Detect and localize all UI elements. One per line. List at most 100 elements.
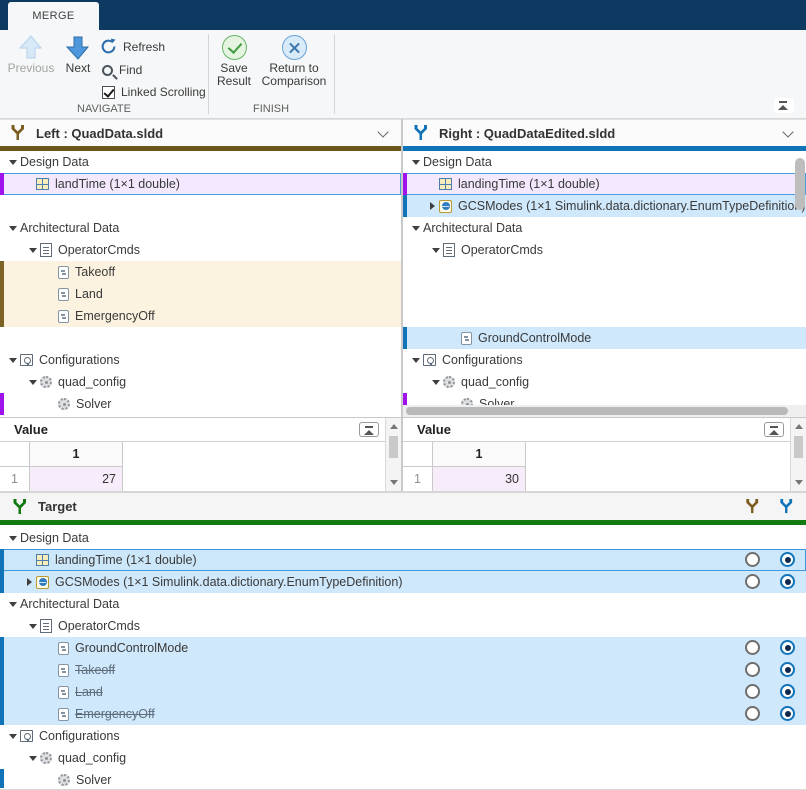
tree-row[interactable]: Design Data bbox=[0, 527, 806, 549]
refresh-button[interactable]: Refresh bbox=[100, 38, 165, 55]
tree-row[interactable]: Architectural Data bbox=[403, 217, 806, 239]
return-to-comparison-button[interactable]: Return to Comparison bbox=[258, 35, 330, 88]
accept-right-radio[interactable] bbox=[780, 640, 795, 655]
tree-row-label: Land bbox=[75, 287, 103, 301]
right-source-column-icon[interactable] bbox=[778, 498, 794, 515]
change-marker bbox=[0, 571, 4, 593]
accept-left-radio[interactable] bbox=[745, 662, 760, 677]
tab-merge[interactable]: MERGE bbox=[8, 2, 99, 30]
expander-closed-icon[interactable] bbox=[22, 578, 36, 586]
tree-row[interactable]: Solver bbox=[403, 393, 806, 405]
expander-open-icon[interactable] bbox=[6, 226, 20, 231]
tree-row[interactable]: Design Data bbox=[403, 151, 806, 173]
tree-row[interactable]: Configurations bbox=[403, 349, 806, 371]
change-marker bbox=[0, 305, 4, 327]
table-icon bbox=[36, 178, 49, 190]
tree-row[interactable]: Land bbox=[0, 283, 401, 305]
accept-right-radio[interactable] bbox=[780, 684, 795, 699]
tree-spacer bbox=[0, 327, 401, 349]
value-cell[interactable]: 30 bbox=[433, 467, 526, 491]
accept-right-radio[interactable] bbox=[780, 706, 795, 721]
scroll-up-icon[interactable] bbox=[390, 424, 398, 429]
value-cell[interactable]: 27 bbox=[30, 467, 123, 491]
expander-open-icon[interactable] bbox=[409, 358, 423, 363]
tree-row[interactable]: Solver bbox=[0, 769, 806, 788]
scrollbar-thumb[interactable] bbox=[795, 158, 805, 210]
tree-row[interactable]: quad_config bbox=[0, 371, 401, 393]
tree-row-label: Solver bbox=[479, 397, 514, 405]
tree-row-label: Design Data bbox=[20, 155, 89, 169]
left-value-scrollbar[interactable] bbox=[385, 418, 401, 491]
tree-row[interactable]: EmergencyOff bbox=[0, 703, 806, 725]
accept-right-radio[interactable] bbox=[780, 552, 795, 567]
left-source-column-icon[interactable] bbox=[744, 498, 760, 515]
accept-right-radio[interactable] bbox=[780, 662, 795, 677]
expander-open-icon[interactable] bbox=[6, 602, 20, 607]
elem-icon bbox=[58, 310, 69, 323]
tree-row[interactable]: landingTime (1×1 double) bbox=[403, 173, 806, 195]
next-button[interactable]: Next bbox=[58, 35, 98, 75]
expander-open-icon[interactable] bbox=[6, 160, 20, 165]
scrollbar-thumb[interactable] bbox=[794, 436, 803, 458]
tree-row[interactable]: Configurations bbox=[0, 349, 401, 371]
collapse-panel-button[interactable] bbox=[764, 422, 784, 437]
previous-button[interactable]: Previous bbox=[6, 35, 56, 75]
accept-left-radio[interactable] bbox=[745, 552, 760, 567]
tree-row[interactable]: GroundControlMode bbox=[403, 327, 806, 349]
tree-row[interactable]: Architectural Data bbox=[0, 593, 806, 615]
expander-open-icon[interactable] bbox=[6, 536, 20, 541]
expander-open-icon[interactable] bbox=[26, 756, 40, 761]
tree-row[interactable]: Solver bbox=[0, 393, 401, 415]
column-header: 1 bbox=[30, 442, 123, 467]
expander-open-icon[interactable] bbox=[26, 380, 40, 385]
save-result-button[interactable]: Save Result bbox=[211, 35, 257, 88]
linked-scrolling-toggle[interactable]: Linked Scrolling bbox=[102, 85, 206, 99]
accept-right-radio[interactable] bbox=[780, 574, 795, 589]
right-value-header: Value bbox=[403, 418, 790, 442]
tree-row-label: Configurations bbox=[442, 353, 523, 367]
expander-open-icon[interactable] bbox=[6, 734, 20, 739]
scrollbar-thumb[interactable] bbox=[406, 407, 788, 415]
left-pane: Left : QuadData.sldd Design DatalandTime… bbox=[0, 119, 401, 491]
scroll-down-icon[interactable] bbox=[795, 480, 803, 485]
chevron-down-icon[interactable] bbox=[782, 126, 793, 137]
tree-row[interactable]: Land bbox=[0, 681, 806, 703]
tree-row[interactable]: Configurations bbox=[0, 725, 806, 747]
accept-left-radio[interactable] bbox=[745, 574, 760, 589]
collapse-ribbon-button[interactable] bbox=[774, 98, 794, 113]
tree-row[interactable]: OperatorCmds bbox=[0, 615, 806, 637]
scrollbar-thumb[interactable] bbox=[389, 436, 398, 458]
accept-left-radio[interactable] bbox=[745, 684, 760, 699]
tree-row[interactable]: Takeoff bbox=[0, 261, 401, 283]
tree-row[interactable]: Design Data bbox=[0, 151, 401, 173]
right-value-scrollbar[interactable] bbox=[790, 418, 806, 491]
expander-open-icon[interactable] bbox=[409, 226, 423, 231]
tree-row[interactable]: GCSModes (1×1 Simulink.data.dictionary.E… bbox=[403, 195, 806, 217]
tree-row[interactable]: quad_config bbox=[403, 371, 806, 393]
expander-open-icon[interactable] bbox=[26, 624, 40, 629]
collapse-panel-button[interactable] bbox=[359, 422, 379, 437]
tree-row[interactable]: EmergencyOff bbox=[0, 305, 401, 327]
scroll-up-icon[interactable] bbox=[795, 424, 803, 429]
expander-open-icon[interactable] bbox=[429, 248, 443, 253]
tree-row[interactable]: quad_config bbox=[0, 747, 806, 769]
find-button[interactable]: Find bbox=[102, 63, 142, 77]
horizontal-scrollbar[interactable] bbox=[403, 405, 806, 417]
scroll-down-icon[interactable] bbox=[390, 480, 398, 485]
tree-row[interactable]: GCSModes (1×1 Simulink.data.dictionary.E… bbox=[0, 571, 806, 593]
tree-row[interactable]: landTime (1×1 double) bbox=[0, 173, 401, 195]
tree-row[interactable]: Architectural Data bbox=[0, 217, 401, 239]
accept-left-radio[interactable] bbox=[745, 640, 760, 655]
tree-row[interactable]: landingTime (1×1 double) bbox=[0, 549, 806, 571]
chevron-down-icon[interactable] bbox=[377, 126, 388, 137]
expander-closed-icon[interactable] bbox=[425, 202, 439, 210]
expander-open-icon[interactable] bbox=[429, 380, 443, 385]
expander-open-icon[interactable] bbox=[26, 248, 40, 253]
tree-row[interactable]: OperatorCmds bbox=[0, 239, 401, 261]
tree-row[interactable]: GroundControlMode bbox=[0, 637, 806, 659]
tree-row[interactable]: Takeoff bbox=[0, 659, 806, 681]
tree-row[interactable]: OperatorCmds bbox=[403, 239, 806, 261]
accept-left-radio[interactable] bbox=[745, 706, 760, 721]
expander-open-icon[interactable] bbox=[409, 160, 423, 165]
expander-open-icon[interactable] bbox=[6, 358, 20, 363]
